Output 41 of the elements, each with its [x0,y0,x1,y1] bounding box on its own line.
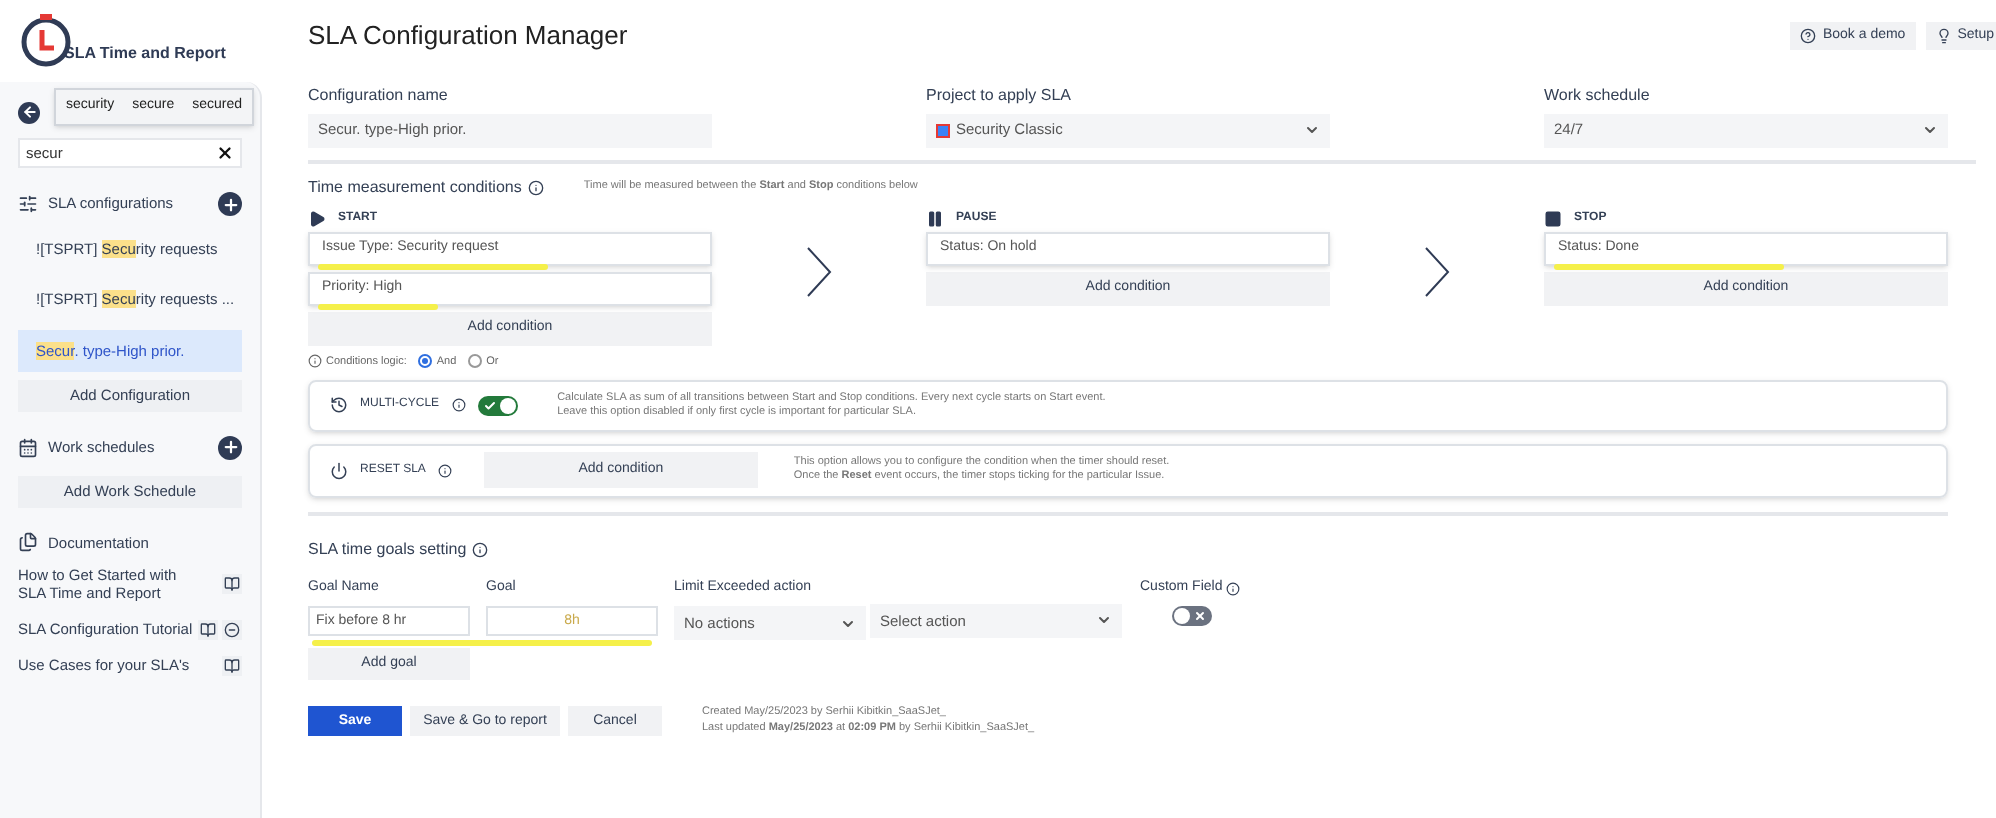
documents-icon [18,532,38,553]
power-icon [330,461,348,480]
cross-icon [1194,610,1206,623]
field-label: Work schedule [1544,83,1652,107]
chevron-down-icon [1096,612,1112,629]
book-icon[interactable] [198,619,218,640]
help-icon [1800,27,1817,44]
play-icon [308,209,326,227]
project-icon [936,123,950,137]
book-icon[interactable] [222,574,242,595]
check-icon [483,399,496,412]
highlighter-stroke [318,303,438,309]
stop-icon [1544,209,1562,227]
field-label: Configuration name [308,83,450,107]
info-icon [308,354,322,369]
custom-field-toggle[interactable] [1172,606,1212,627]
add-icon[interactable] [218,192,242,216]
section-title: SLA time goals setting [308,537,467,562]
info-icon [527,179,544,195]
info-icon [437,463,452,478]
chevron-icon [1424,245,1450,297]
chevron-down-icon [1922,122,1938,138]
book-icon[interactable] [222,655,242,676]
chevron-down-icon [840,615,856,632]
info-icon [451,398,466,413]
info-icon [1226,581,1241,595]
page-title: SLA Configuration Manager [308,18,628,54]
section-title: Time measurement conditions [308,175,522,199]
clear-icon[interactable] [216,144,234,162]
sliders-icon [18,194,38,214]
chevron-down-icon [1304,122,1320,138]
multicycle-toggle[interactable] [477,395,518,416]
pause-icon [926,209,944,227]
back-icon[interactable] [18,101,40,123]
history-icon [330,396,348,415]
info-icon [472,541,489,558]
add-icon[interactable] [218,435,242,460]
lightbulb-icon [1935,27,1952,44]
chevron-icon [806,245,832,297]
field-label: Project to apply SLA [926,83,1073,107]
calendar-icon [18,437,38,458]
